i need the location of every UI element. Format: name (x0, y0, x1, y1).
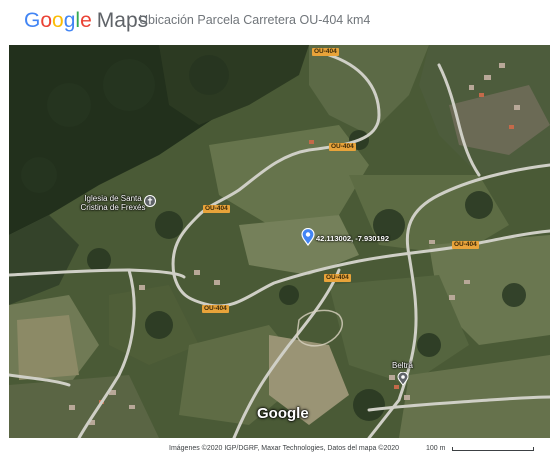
map-footer: Imágenes ©2020 IGP/DGRF, Maxar Technolog… (0, 440, 559, 460)
road-label-ou404: OU-404 (312, 48, 339, 56)
google-watermark: Google (257, 405, 309, 422)
logo-letter: o (40, 9, 53, 32)
satellite-map[interactable]: OU-404 OU-404 OU-404 OU-404 OU-404 OU-40… (9, 45, 550, 438)
church-icon[interactable] (144, 195, 156, 207)
road-label-ou404: OU-404 (329, 143, 356, 151)
road-label-ou404: OU-404 (203, 205, 230, 213)
road-label-ou404: OU-404 (324, 274, 351, 282)
logo-letter: o (52, 9, 64, 32)
map-attribution[interactable]: Imágenes ©2020 IGP/DGRF, Maxar Technolog… (169, 445, 399, 452)
scale-label[interactable]: 100 m (426, 445, 445, 452)
village-label: Beltrá (392, 361, 413, 370)
logo-letter: e (80, 9, 92, 32)
village-pin-icon[interactable] (397, 372, 409, 386)
church-label[interactable]: Iglesia de Santa Cristina de Frexés (75, 194, 151, 212)
logo-letter: g (63, 9, 76, 32)
road-label-ou404: OU-404 (452, 241, 479, 249)
road-label-ou404: OU-404 (202, 305, 229, 313)
marker-coordinates: 42.113002, -7.930192 (316, 234, 389, 243)
google-maps-logo[interactable]: Google Maps (24, 9, 148, 35)
scale-bar (452, 447, 534, 451)
location-pin-icon[interactable] (301, 228, 315, 246)
header: Google Maps Ubicación Parcela Carretera O… (0, 0, 559, 44)
page-title: Ubicación Parcela Carretera OU-404 km4 (139, 13, 371, 27)
logo-letter: G (24, 9, 41, 32)
